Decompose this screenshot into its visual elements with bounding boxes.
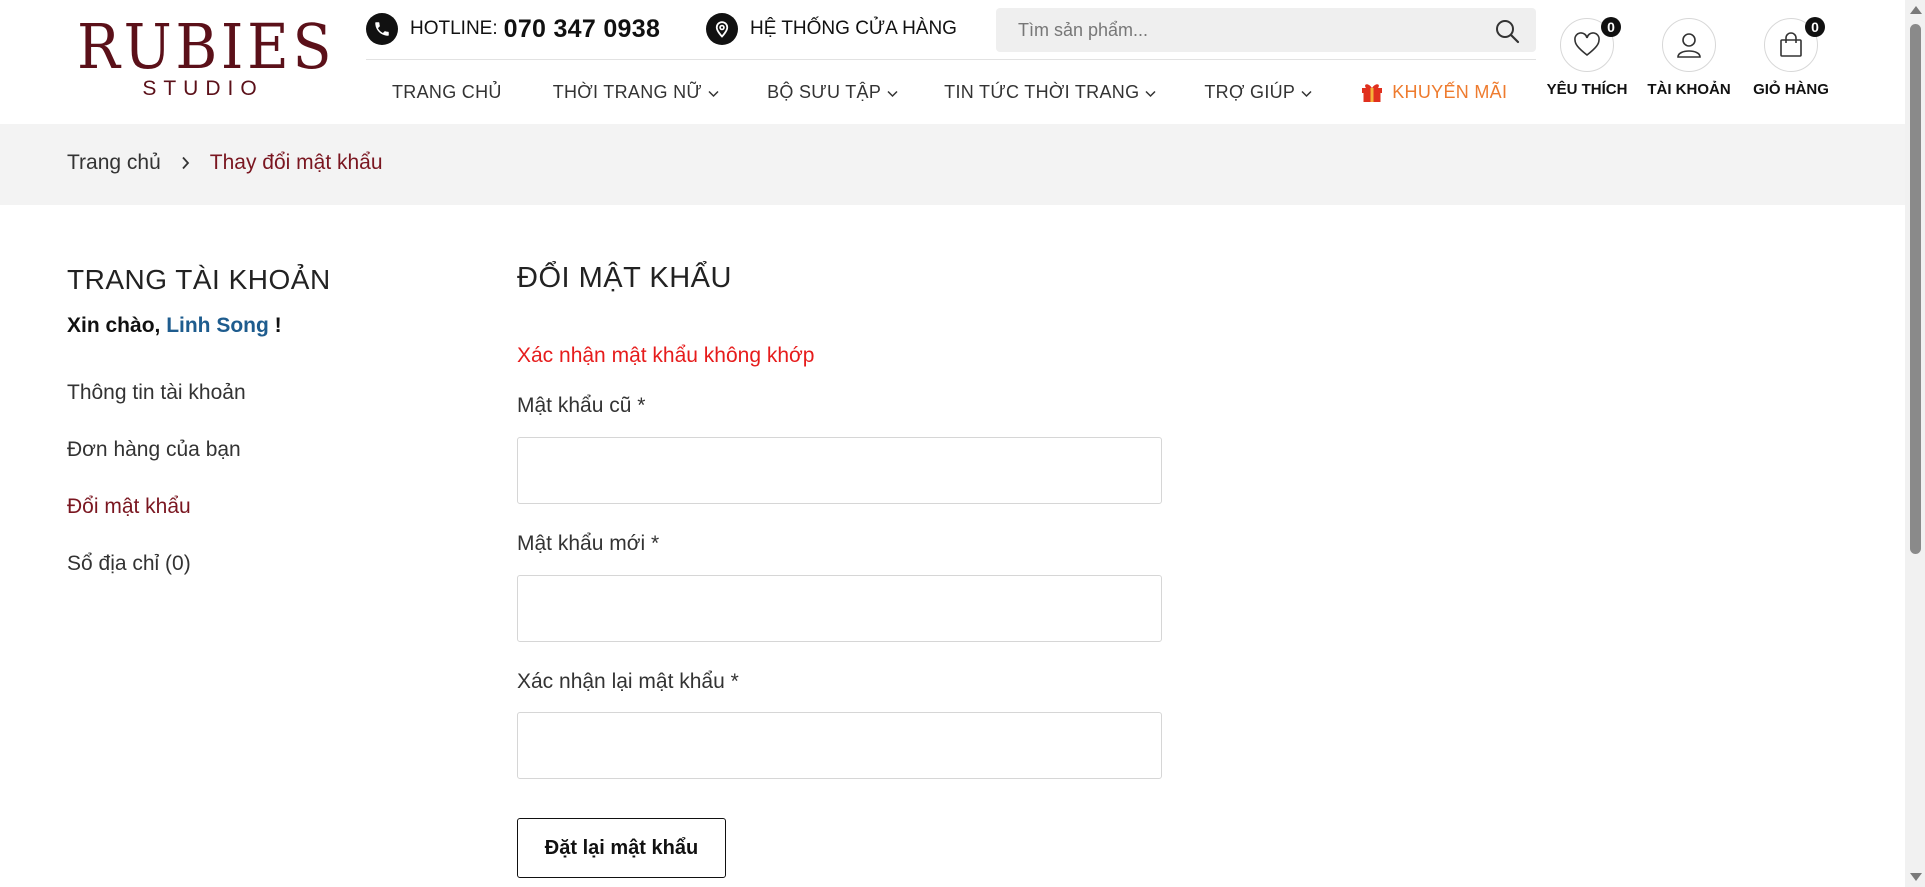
nav-item-label: TIN TỨC THỜI TRANG: [944, 81, 1140, 102]
user-icon: [1677, 33, 1701, 58]
search-input[interactable]: [996, 8, 1456, 52]
store-system-label: HỆ THỐNG CỬA HÀNG: [750, 18, 957, 39]
required-mark: *: [730, 670, 739, 693]
greeting-suffix: !: [268, 314, 282, 337]
wishlist-link[interactable]: 0 YÊU THÍCH: [1540, 17, 1634, 98]
search-bar: [996, 8, 1536, 52]
scroll-up-arrow-icon[interactable]: [1910, 6, 1922, 14]
chevron-down-icon: [1145, 82, 1156, 103]
nav-item-label: KHUYẾN MÃI: [1392, 81, 1508, 102]
wishlist-label: YÊU THÍCH: [1546, 81, 1628, 98]
hotline[interactable]: HOTLINE: 070 347 0938: [366, 13, 660, 45]
breadcrumb: Trang chủ Thay đổi mật khẩu: [0, 124, 1905, 205]
header-topbar: HOTLINE: 070 347 0938 HỆ THỐNG CỬA HÀNG: [366, 0, 1536, 60]
old-password-label-text: Mật khẩu cũ: [517, 394, 632, 417]
required-mark: *: [651, 532, 660, 555]
wishlist-icon-wrap: 0: [1560, 17, 1621, 72]
cart-link[interactable]: 0 GIỎ HÀNG: [1744, 17, 1838, 98]
cart-icon-wrap: 0: [1764, 17, 1825, 72]
reset-password-button[interactable]: Đặt lại mật khẩu: [517, 818, 726, 878]
breadcrumb-home-link[interactable]: Trang chủ: [67, 151, 161, 175]
nav-item-women-fashion[interactable]: THỜI TRANG NỮ: [553, 82, 719, 103]
user-name: Linh Song: [166, 314, 269, 337]
greeting-prefix: Xin chào,: [67, 314, 167, 337]
nav-item-label: TRỢ GIÚP: [1204, 81, 1296, 102]
account-label: TÀI KHOẢN: [1647, 81, 1731, 98]
main-navigation: TRANG CHỦ THỜI TRANG NỮ BỘ SƯU TẬP TIN T…: [366, 78, 1507, 106]
nav-item-promotions[interactable]: KHUYẾN MÃI: [1360, 81, 1507, 103]
breadcrumb-current: Thay đổi mật khẩu: [209, 151, 383, 174]
store-system-link[interactable]: HỆ THỐNG CỬA HÀNG: [706, 13, 957, 45]
error-message: Xác nhận mật khẩu không khớp: [517, 344, 815, 367]
brand-logo[interactable]: RUBIES STUDIO: [66, 14, 340, 100]
search-icon[interactable]: [1494, 18, 1520, 44]
chevron-down-icon: [708, 82, 719, 103]
nav-item-help[interactable]: TRỢ GIÚP: [1204, 82, 1312, 103]
confirm-password-field[interactable]: [517, 712, 1162, 779]
account-link[interactable]: TÀI KHOẢN: [1642, 18, 1736, 98]
scroll-down-arrow-icon[interactable]: [1910, 873, 1922, 881]
nav-item-fashion-news[interactable]: TIN TỨC THỜI TRANG: [944, 82, 1156, 103]
new-password-field[interactable]: [517, 575, 1162, 642]
confirm-password-label: Xác nhận lại mật khẩu *: [517, 670, 739, 694]
logo-wordmark: RUBIES: [76, 10, 336, 83]
nav-item-home[interactable]: TRANG CHỦ: [392, 82, 502, 103]
site-header: RUBIES STUDIO HOTLINE: 070 347 0938 HỆ T…: [0, 0, 1905, 124]
chevron-down-icon: [1301, 82, 1312, 103]
gift-icon: [1360, 81, 1384, 103]
wishlist-count-badge: 0: [1601, 17, 1621, 37]
scrollbar-thumb[interactable]: [1910, 24, 1921, 554]
cart-count-badge: 0: [1805, 17, 1825, 37]
chevron-down-icon: [887, 82, 898, 103]
nav-item-collections[interactable]: BỘ SƯU TẬP: [767, 82, 898, 103]
greeting: Xin chào, Linh Song !: [67, 314, 447, 338]
confirm-password-label-text: Xác nhận lại mật khẩu: [517, 670, 725, 693]
sidebar-item-change-password[interactable]: Đổi mật khẩu: [67, 495, 447, 519]
page-scrollbar[interactable]: [1905, 0, 1925, 887]
sidebar-title: TRANG TÀI KHOẢN: [67, 264, 331, 295]
account-icon-wrap: [1662, 18, 1716, 72]
shopping-bag-icon: [1780, 32, 1802, 57]
chevron-right-icon: [181, 156, 190, 170]
nav-item-label: THỜI TRANG NỮ: [552, 81, 703, 102]
old-password-label: Mật khẩu cũ *: [517, 394, 645, 418]
phone-icon: [366, 13, 398, 45]
sidebar-item-address-book[interactable]: Sổ địa chỉ (0): [67, 552, 447, 576]
heart-icon: [1574, 32, 1600, 57]
hotline-number[interactable]: 070 347 0938: [504, 15, 661, 44]
hotline-label: HOTLINE:: [410, 18, 498, 39]
sidebar-item-orders[interactable]: Đơn hàng của bạn: [67, 438, 447, 462]
account-sidebar: TRANG TÀI KHOẢN Xin chào, Linh Song ! Th…: [67, 264, 447, 576]
nav-item-label: TRANG CHỦ: [392, 81, 502, 102]
new-password-label-text: Mật khẩu mới: [517, 532, 646, 555]
change-password-form: ĐỔI MẬT KHẨU Xác nhận mật khẩu không khớ…: [517, 262, 1167, 878]
page-title: ĐỔI MẬT KHẨU: [517, 262, 732, 294]
location-pin-icon: [706, 13, 738, 45]
new-password-label: Mật khẩu mới *: [517, 532, 659, 556]
sidebar-item-account-info[interactable]: Thông tin tài khoản: [67, 381, 447, 405]
old-password-field[interactable]: [517, 437, 1162, 504]
cart-label: GIỎ HÀNG: [1753, 81, 1829, 98]
required-mark: *: [637, 394, 646, 417]
nav-item-label: BỘ SƯU TẬP: [767, 81, 882, 102]
